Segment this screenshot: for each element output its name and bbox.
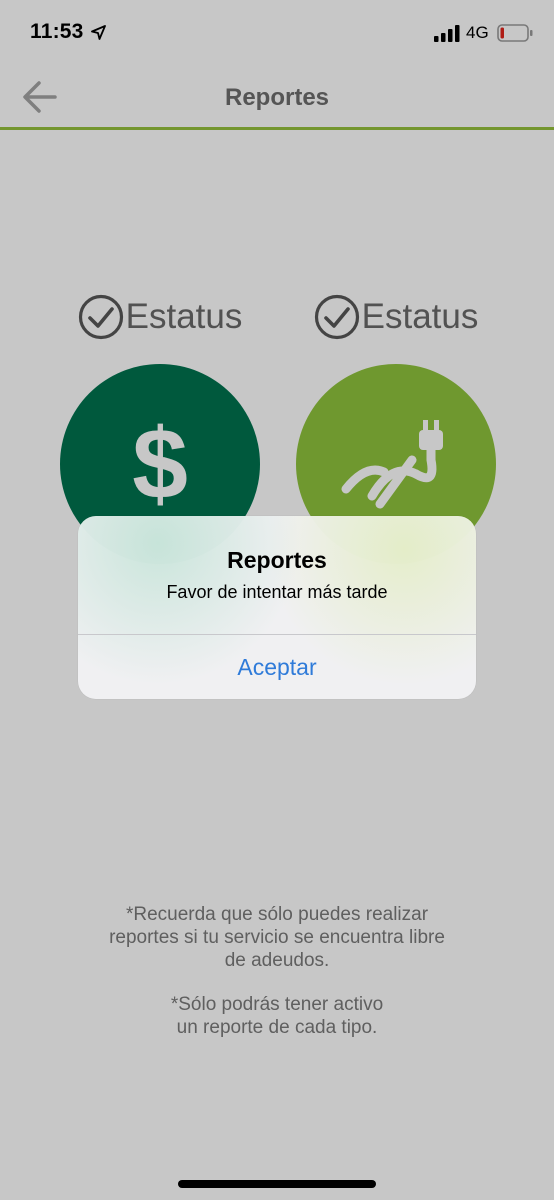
alert-dialog: Reportes Favor de intentar más tarde Ace… bbox=[78, 516, 476, 699]
home-indicator[interactable] bbox=[178, 1180, 376, 1188]
alert-title: Reportes bbox=[227, 547, 327, 573]
alert-message: Favor de intentar más tarde bbox=[166, 582, 388, 602]
accept-button[interactable]: Aceptar bbox=[78, 635, 476, 699]
